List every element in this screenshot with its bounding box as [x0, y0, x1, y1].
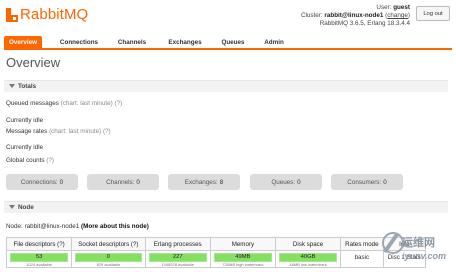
version-text: RabbitMQ 3.6.5, Erlang 18.3.4.4	[319, 20, 410, 28]
rates-mode-cell: basic	[340, 250, 384, 268]
col-erlang-processes: Erlang processes	[144, 237, 211, 251]
tab-admin[interactable]: Admin	[258, 36, 290, 48]
consumers-count-box[interactable]: Consumers: 0	[331, 174, 403, 190]
user-name: guest	[393, 4, 410, 11]
disk-space-sub: 48MB low watermark	[289, 262, 327, 267]
page-title: Overview	[6, 55, 61, 70]
erlang-processes-cell: 227 1048576 available	[144, 250, 211, 268]
table-row: 53 1024 available 0 829 available 227 10…	[5, 250, 427, 268]
watermark-logo-icon	[382, 232, 404, 254]
channels-count-value: 0	[136, 178, 140, 186]
queued-messages-status: Currently idle	[6, 117, 44, 124]
node-name-row: Node: rabbit@linux-node1 (More about thi…	[6, 223, 149, 230]
node-section-toggle[interactable]: Node	[4, 201, 448, 213]
queued-messages-label: Queued messages	[6, 100, 59, 107]
exchanges-count-box[interactable]: Exchanges: 8	[168, 174, 240, 190]
queues-count-label: Queues:	[271, 178, 296, 186]
watermark-url: iyunv.com	[402, 251, 447, 261]
socket-descriptors-cell: 0 829 available	[71, 250, 146, 268]
logo-text: RabbitMQ	[20, 6, 89, 23]
rates-mode-value: basic	[354, 254, 370, 261]
exchanges-count-label: Exchanges:	[184, 178, 218, 186]
more-about-node-link[interactable]: (More about this node)	[81, 223, 149, 230]
connections-count-label: Connections:	[20, 178, 58, 186]
memory-meter: 49MB	[213, 253, 272, 262]
file-descriptors-meter: 53	[10, 253, 69, 262]
queued-messages-hint[interactable]: (chart: last minute) (?)	[61, 100, 123, 107]
memory-sub: 730MB high watermark	[222, 262, 264, 267]
channels-count-box[interactable]: Channels: 0	[87, 174, 159, 190]
socket-descriptors-meter: 0	[75, 253, 142, 262]
tab-queues[interactable]: Queues	[216, 36, 250, 48]
table-header-row: File descriptors (?) Socket descriptors …	[5, 237, 427, 251]
node-section-label: Node	[18, 203, 34, 211]
message-rates-status: Currently idle	[6, 144, 44, 151]
disk-space-cell: 40GB 48MB low watermark	[274, 250, 342, 268]
node-stats-table: File descriptors (?) Socket descriptors …	[5, 237, 427, 268]
global-counts-hint[interactable]: (?)	[46, 157, 54, 164]
tab-channels[interactable]: Channels	[112, 36, 152, 48]
user-label: User:	[376, 4, 392, 11]
col-memory: Memory	[209, 237, 276, 251]
rabbit-logo-icon	[6, 8, 18, 22]
node-prefix: Node:	[6, 223, 23, 230]
global-counts-row: Global counts (?)	[6, 157, 54, 164]
connections-count-value: 0	[59, 178, 64, 186]
cluster-name: rabbit@linux-node1	[324, 12, 384, 20]
totals-section-toggle[interactable]: Totals	[4, 80, 448, 92]
erlang-processes-meter: 227	[148, 253, 207, 262]
tab-overview[interactable]: Overview	[4, 36, 42, 48]
erlang-processes-sub: 1048576 available	[161, 262, 194, 267]
rabbitmq-logo: RabbitMQ	[6, 4, 88, 26]
consumers-count-label: Consumers:	[347, 178, 382, 186]
main-nav-tabs: Overview Connections Channels Exchanges …	[4, 36, 452, 50]
collapse-triangle-icon	[9, 84, 15, 88]
collapse-triangle-icon	[9, 205, 15, 209]
col-disk-space: Disk space	[274, 237, 342, 251]
exchanges-count-value: 8	[219, 178, 224, 186]
totals-section-label: Totals	[18, 82, 37, 90]
connections-count-box[interactable]: Connections: 0	[6, 174, 78, 190]
cluster-label: Cluster:	[300, 12, 323, 20]
message-rates-row: Message rates (chart: last minute) (?)	[6, 128, 111, 135]
socket-descriptors-sub: 829 available	[96, 262, 121, 267]
queues-count-box[interactable]: Queues: 0	[250, 174, 322, 190]
global-counts-label: Global counts	[6, 157, 45, 164]
change-cluster-link[interactable]: change	[387, 12, 408, 19]
memory-cell: 49MB 730MB high watermark	[209, 250, 276, 268]
col-rates-mode: Rates mode	[340, 237, 384, 251]
watermark-text: 运维网	[402, 237, 435, 249]
disk-space-meter: 40GB	[278, 253, 338, 262]
tab-exchanges[interactable]: Exchanges	[162, 36, 208, 48]
message-rates-hint[interactable]: (chart: last minute) (?)	[49, 128, 111, 135]
col-socket-descriptors: Socket descriptors (?)	[71, 237, 146, 251]
channels-count-label: Channels:	[106, 178, 135, 186]
queues-count-value: 0	[297, 178, 301, 186]
tab-connections[interactable]: Connections	[52, 36, 106, 48]
consumers-count-value: 0	[383, 178, 387, 186]
logout-button[interactable]: Log out	[416, 6, 450, 21]
user-info: User: guest Cluster: rabbit@linux-node1 …	[300, 4, 410, 28]
file-descriptors-sub: 1024 available	[26, 262, 52, 267]
message-rates-label: Message rates	[6, 128, 48, 135]
file-descriptors-cell: 53 1024 available	[5, 250, 73, 268]
col-file-descriptors: File descriptors (?)	[5, 237, 73, 251]
queued-messages-row: Queued messages (chart: last minute) (?)	[6, 100, 122, 107]
node-name: rabbit@linux-node1	[24, 223, 80, 230]
